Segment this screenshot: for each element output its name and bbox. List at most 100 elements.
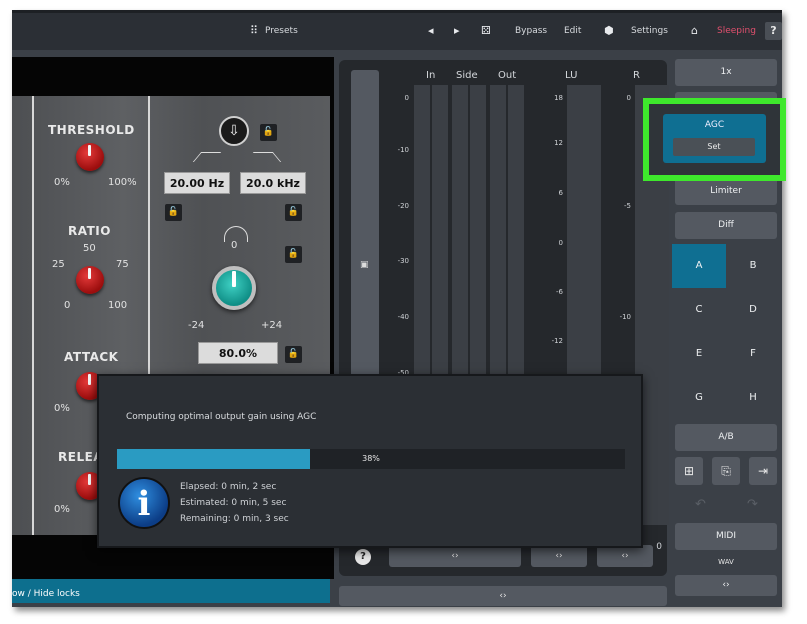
side-meter-header: Side (456, 70, 478, 81)
oversampling-button[interactable]: 1x (675, 59, 777, 86)
r-tick: 0 (626, 94, 631, 102)
agc-title: AGC (704, 120, 725, 130)
preset-slot-c[interactable]: C (672, 288, 726, 332)
ratio-knob[interactable] (76, 266, 104, 294)
gain-top-label: 0 (231, 240, 238, 251)
preset-slot-e[interactable]: E (672, 332, 726, 376)
slider-handle-icon[interactable]: ▣ (360, 260, 369, 270)
lock-icon[interactable]: 🔓 (285, 204, 302, 221)
ratio-max-label: 100 (108, 300, 128, 311)
save-preset-icon[interactable]: ⇥ (749, 457, 777, 485)
ratio-min-label: 0 (64, 300, 71, 311)
meter-tick: -40 (397, 313, 409, 321)
threshold-knob[interactable] (76, 143, 104, 171)
diff-button[interactable]: Diff (675, 212, 777, 239)
bypass-button[interactable]: Bypass (515, 26, 547, 36)
agc-button[interactable]: AGC Set (663, 114, 766, 163)
ab-compare-button[interactable]: A/B (675, 424, 777, 451)
agc-progress-dialog: Computing optimal output gain using AGC … (97, 374, 643, 548)
meter-tick: -20 (397, 202, 409, 210)
lu-width-button[interactable]: ‹› (531, 545, 587, 567)
r-tick: -5 (624, 202, 631, 210)
preset-slot-h[interactable]: H (726, 376, 780, 420)
edit-button[interactable]: Edit (564, 26, 581, 36)
alert-icon[interactable]: ⬢ (604, 24, 614, 37)
remaining-text: Remaining: 0 min, 3 sec (180, 514, 289, 524)
lu-meter-header: LU (565, 70, 578, 81)
high-freq-field[interactable]: 20.0 kHz (240, 172, 306, 194)
auto-button[interactable]: ⇩ (219, 116, 249, 146)
show-hide-locks-link[interactable]: ow / Hide locks (12, 589, 80, 599)
gain-value-field[interactable]: 80.0% (198, 342, 278, 364)
ratio-75-label: 75 (116, 259, 129, 270)
expand-right-button[interactable]: ‹› (675, 575, 777, 596)
estimated-text: Estimated: 0 min, 5 sec (180, 498, 287, 508)
midi-button[interactable]: MIDI (675, 523, 777, 550)
r-meter-header: R (633, 70, 640, 81)
release-min-label: 0% (54, 504, 70, 515)
meter-tick: -10 (397, 146, 409, 154)
lu-tick: 12 (554, 139, 563, 147)
ratio-50-label: 50 (83, 243, 96, 254)
load-preset-icon[interactable]: ⎘ (712, 457, 740, 485)
grid-view-icon[interactable]: ⊞ (675, 457, 703, 485)
r-tick: -10 (619, 313, 631, 321)
agc-highlight: AGC Set (643, 98, 786, 181)
lu-tick: -6 (556, 288, 563, 296)
divider (32, 96, 34, 535)
preset-slot-d[interactable]: D (726, 288, 780, 332)
redo-icon[interactable]: ↷ (747, 497, 758, 512)
ratio-25-label: 25 (52, 259, 65, 270)
r-width-button[interactable]: ‹› (597, 545, 653, 567)
preset-slot-g[interactable]: G (672, 376, 726, 420)
randomize-icon[interactable]: ⚄ (481, 24, 491, 37)
lu-tick: 18 (554, 94, 563, 102)
undo-icon[interactable]: ↶ (695, 497, 706, 512)
agc-set-button[interactable]: Set (673, 138, 755, 156)
meter-tick: 0 (404, 94, 409, 102)
threshold-max-label: 100% (108, 177, 137, 188)
dialog-message: Computing optimal output gain using AGC (126, 412, 317, 422)
preset-slot-b[interactable]: B (726, 244, 780, 288)
elapsed-text: Elapsed: 0 min, 2 sec (180, 482, 277, 492)
sleeping-status[interactable]: Sleeping (717, 26, 756, 36)
lock-icon[interactable]: 🔓 (285, 246, 302, 263)
top-toolbar: ⠿ Presets ◂ ▸ ⚄ Bypass Edit ⬢ Settings ⌂… (12, 10, 782, 50)
threshold-min-label: 0% (54, 177, 70, 188)
lu-tick: -12 (551, 337, 563, 345)
progress-percent: 38% (362, 454, 380, 463)
show-hide-locks-bar[interactable]: ow / Hide locks (12, 579, 330, 603)
low-cut-shape-icon (192, 152, 222, 162)
limiter-button[interactable]: Limiter (675, 178, 777, 205)
lu-tick: 6 (558, 189, 563, 197)
meters-help-button[interactable]: ? (355, 549, 371, 565)
lu-tick: 0 (558, 239, 563, 247)
gain-max-label: +24 (261, 320, 283, 331)
low-freq-field[interactable]: 20.00 Hz (164, 172, 230, 194)
high-cut-shape-icon (252, 152, 282, 162)
gain-knob[interactable] (212, 266, 256, 310)
down-arrow-icon: ⇩ (228, 123, 240, 139)
presets-button[interactable]: Presets (265, 26, 298, 36)
help-button[interactable]: ? (765, 22, 782, 40)
expand-meters-button[interactable]: ‹› (339, 586, 667, 606)
in-meter-header: In (426, 70, 436, 81)
attack-label: ATTACK (64, 350, 119, 364)
lock-icon[interactable]: 🔓 (260, 124, 277, 141)
next-preset-icon[interactable]: ▸ (454, 24, 460, 37)
lock-icon[interactable]: 🔓 (165, 204, 182, 221)
out-meter-header: Out (498, 70, 517, 81)
meter-width-button[interactable]: ‹› (389, 545, 521, 567)
previous-preset-icon[interactable]: ◂ (428, 24, 434, 37)
preset-slot-a[interactable]: A (672, 244, 726, 288)
gain-min-label: -24 (188, 320, 205, 331)
info-icon: i (118, 477, 170, 529)
lock-icon[interactable]: 🔓 (285, 346, 302, 363)
preset-slot-f[interactable]: F (726, 332, 780, 376)
grid-icon[interactable]: ⠿ (250, 24, 258, 37)
ratio-label: RATIO (68, 224, 111, 238)
progress-bar: 38% (117, 449, 625, 469)
settings-button[interactable]: Settings (631, 26, 668, 36)
home-icon[interactable]: ⌂ (691, 24, 698, 37)
meter-tick: -30 (397, 257, 409, 265)
